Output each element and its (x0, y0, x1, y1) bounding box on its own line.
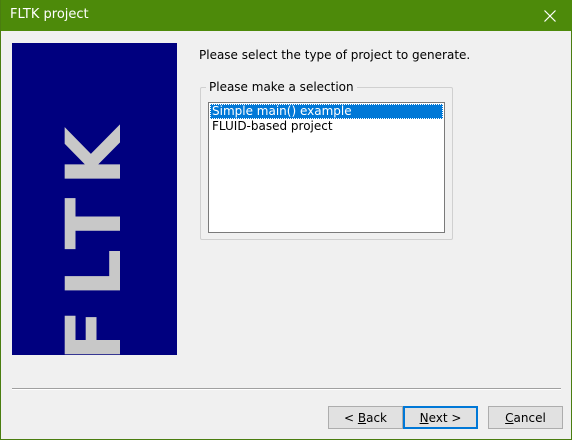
project-type-listbox[interactable]: Simple main() example FLUID-based projec… (208, 102, 445, 233)
list-item-simple-main[interactable]: Simple main() example (210, 104, 443, 119)
close-icon (544, 9, 556, 22)
cancel-button[interactable]: Cancel (488, 406, 563, 429)
cancel-button-accel: C (505, 410, 514, 425)
selection-group-label: Please make a selection (206, 80, 357, 94)
back-button-prefix: < (343, 410, 358, 425)
list-item-fluid-based[interactable]: FLUID-based project (210, 119, 443, 134)
back-button-label: ack (366, 410, 387, 425)
back-button-accel: B (357, 410, 367, 425)
selection-group: Please make a selection Simple main() ex… (200, 80, 453, 240)
footer-separator (12, 388, 561, 390)
back-button[interactable]: < Back (328, 406, 403, 429)
window-title: FLTK project (10, 7, 89, 22)
close-button[interactable] (527, 0, 572, 31)
next-button-accel: N (419, 410, 429, 425)
next-button[interactable]: Next > (403, 406, 478, 429)
title-bar[interactable]: FLTK project (1, 0, 572, 31)
fltk-banner-image: FLTK (12, 43, 177, 355)
cancel-button-label: ancel (513, 410, 546, 425)
page-prompt: Please select the type of project to gen… (199, 48, 471, 62)
next-button-label: ext > (428, 410, 462, 425)
fltk-banner-text: FLTK (49, 114, 138, 355)
fltk-project-window: FLTK project FLTK Please select the type… (0, 0, 572, 440)
